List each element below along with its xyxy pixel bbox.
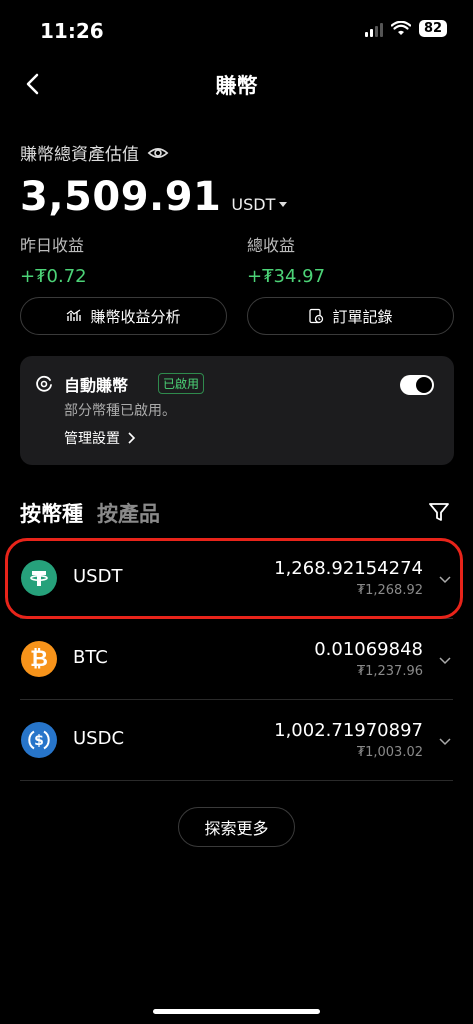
yesterday-earnings-label: 昨日收益 <box>20 236 85 255</box>
asset-value-row: 3,509.91 USDT <box>20 174 288 220</box>
total-earnings-label: 總收益 <box>247 236 296 255</box>
currency-selector[interactable]: USDT <box>231 195 288 214</box>
usdc-icon: $ <box>21 722 57 758</box>
auto-earn-card: 自動賺幣 已啟用 部分幣種已啟用。 管理設置 <box>20 356 454 465</box>
toggle-knob <box>416 377 432 393</box>
total-earnings-value: +₮34.97 <box>247 266 326 287</box>
total-earnings: 總收益 +₮34.97 <box>247 232 325 287</box>
coin-amount: 1,002.71970897 <box>274 720 423 741</box>
chart-icon <box>67 309 82 321</box>
battery-indicator: 82 <box>419 20 447 37</box>
currency-label: USDT <box>231 195 276 214</box>
home-indicator <box>153 1009 320 1014</box>
cellular-signal-icon <box>365 21 383 37</box>
divider <box>20 780 453 781</box>
order-history-button[interactable]: 訂單記錄 <box>247 297 454 335</box>
yesterday-earnings-value: +₮0.72 <box>20 266 87 287</box>
total-asset-label: 賺幣總資產估值 <box>20 145 139 165</box>
highlight-annotation <box>5 538 463 619</box>
status-bar: 11:26 82 <box>0 0 473 60</box>
tab-by-product[interactable]: 按產品 <box>97 498 160 528</box>
coin-fiat-value: ₮1,003.02 <box>356 745 423 760</box>
auto-earn-toggle[interactable] <box>400 375 434 395</box>
bitcoin-icon: ₿ <box>21 641 57 677</box>
action-buttons: 賺幣收益分析 訂單記錄 <box>20 297 454 335</box>
auto-earn-icon <box>36 375 52 392</box>
page-title: 賺幣 <box>215 74 258 98</box>
enabled-badge: 已啟用 <box>158 373 205 394</box>
manage-settings-link[interactable]: 管理設置 <box>64 428 136 448</box>
status-icons: 82 <box>365 20 447 37</box>
chevron-right-icon <box>128 432 136 444</box>
asset-label-row: 賺幣總資產估值 <box>20 140 169 165</box>
auto-earn-subtitle: 部分幣種已啟用。 <box>64 403 176 419</box>
manage-settings-label: 管理設置 <box>64 431 120 447</box>
coin-row-usdc[interactable]: $ USDC 1,002.71970897 ₮1,003.02 <box>0 700 473 781</box>
eye-icon[interactable] <box>147 142 169 164</box>
chevron-down-icon[interactable] <box>439 654 451 666</box>
filter-icon[interactable] <box>427 500 451 524</box>
tab-by-coin[interactable]: 按幣種 <box>20 498 83 528</box>
coin-name: USDC <box>73 728 125 749</box>
earnings-analysis-button[interactable]: 賺幣收益分析 <box>20 297 227 335</box>
order-history-label: 訂單記錄 <box>332 307 393 326</box>
coin-row-btc[interactable]: ₿ BTC 0.01069848 ₮1,237.96 <box>0 619 473 700</box>
order-clock-icon <box>309 308 324 324</box>
total-asset-value: 3,509.91 <box>20 174 222 220</box>
yesterday-earnings: 昨日收益 +₮0.72 <box>20 232 87 287</box>
chevron-down-icon[interactable] <box>439 735 451 747</box>
coin-name: BTC <box>73 647 108 668</box>
status-time: 11:26 <box>40 19 104 43</box>
earnings-analysis-label: 賺幣收益分析 <box>90 307 181 326</box>
nav-bar: 賺幣 <box>0 60 473 108</box>
view-tabs: 按幣種 按產品 <box>20 498 160 528</box>
explore-more-button[interactable]: 探索更多 <box>178 807 295 847</box>
svg-text:$: $ <box>34 733 44 749</box>
coin-amount: 0.01069848 <box>314 639 423 660</box>
caret-down-icon <box>279 202 288 207</box>
wifi-icon <box>391 20 411 35</box>
coin-fiat-value: ₮1,237.96 <box>356 664 423 679</box>
auto-earn-title: 自動賺幣 <box>64 376 129 395</box>
